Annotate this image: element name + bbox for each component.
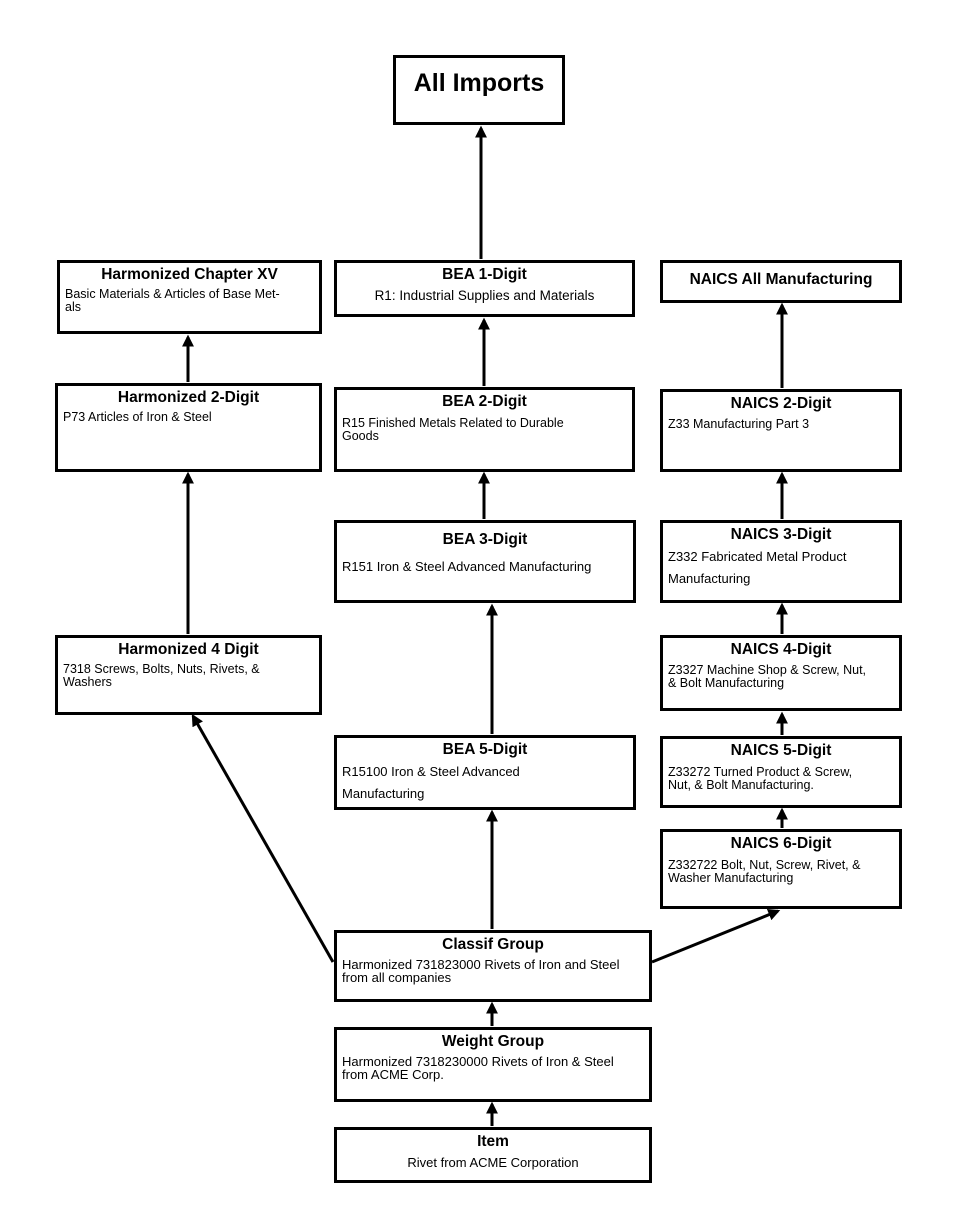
node-naics-5-digit: NAICS 5-Digit Z33272 Turned Product & Sc… bbox=[660, 736, 902, 808]
node-title: NAICS 4-Digit bbox=[730, 641, 832, 658]
node-title: Harmonized Chapter XV bbox=[101, 266, 278, 283]
node-description: R15 Finished Metals Related to Durable G… bbox=[342, 416, 564, 443]
node-title: NAICS 5-Digit bbox=[730, 742, 832, 759]
node-naics-3-digit: NAICS 3-Digit Z332 Fabricated Metal Prod… bbox=[660, 520, 902, 603]
node-all-imports: All Imports bbox=[393, 55, 565, 125]
node-title: Item bbox=[477, 1133, 509, 1150]
arrow-classif-to-naics6 bbox=[651, 909, 781, 964]
node-harmonized-4-digit: Harmonized 4 Digit 7318 Screws, Bolts, N… bbox=[55, 635, 322, 715]
node-title: All Imports bbox=[413, 69, 545, 97]
node-title: NAICS 2-Digit bbox=[730, 395, 832, 412]
arrow-classif-to-hts4 bbox=[191, 713, 335, 963]
node-description: Z332722 Bolt, Nut, Screw, Rivet, & Washe… bbox=[668, 858, 861, 885]
node-title: NAICS 3-Digit bbox=[730, 526, 832, 543]
node-title: Classif Group bbox=[442, 936, 544, 953]
node-description: Harmonized 731823000 Rivets of Iron and … bbox=[342, 957, 620, 985]
node-bea-2-digit: BEA 2-Digit R15 Finished Metals Related … bbox=[334, 387, 635, 472]
node-description: Z3327 Machine Shop & Screw, Nut, & Bolt … bbox=[668, 663, 867, 690]
node-description: Basic Materials & Articles of Base Met- … bbox=[65, 287, 280, 314]
node-harmonized-2-digit: Harmonized 2-Digit P73 Articles of Iron … bbox=[55, 383, 322, 472]
node-harmonized-chapter: Harmonized Chapter XV Basic Materials & … bbox=[57, 260, 322, 334]
node-title: Harmonized 2-Digit bbox=[117, 389, 260, 406]
node-title: NAICS 6-Digit bbox=[730, 835, 832, 852]
node-description: Rivet from ACME Corporation bbox=[407, 1155, 579, 1170]
node-description: P73 Articles of Iron & Steel bbox=[63, 410, 212, 424]
node-title: NAICS All Manufacturing bbox=[689, 271, 873, 288]
node-title: BEA 3-Digit bbox=[442, 531, 528, 548]
node-title: BEA 5-Digit bbox=[442, 741, 528, 758]
node-description: Z332 Fabricated Metal Product Manufactur… bbox=[668, 549, 847, 586]
node-description: R15100 Iron & Steel Advanced Manufacturi… bbox=[342, 764, 520, 801]
node-description: Z33 Manufacturing Part 3 bbox=[668, 417, 810, 431]
node-weight-group: Weight Group Harmonized 7318230000 Rivet… bbox=[334, 1027, 652, 1102]
node-naics-2-digit: NAICS 2-Digit Z33 Manufacturing Part 3 bbox=[660, 389, 902, 472]
node-title: BEA 2-Digit bbox=[442, 393, 527, 410]
node-title: BEA 1-Digit bbox=[442, 266, 527, 283]
node-naics-6-digit: NAICS 6-Digit Z332722 Bolt, Nut, Screw, … bbox=[660, 829, 902, 909]
node-title: Weight Group bbox=[441, 1033, 545, 1050]
node-bea-5-digit: BEA 5-Digit R15100 Iron & Steel Advanced… bbox=[334, 735, 636, 810]
node-bea-3-digit: BEA 3-Digit R151 Iron & Steel Advanced M… bbox=[334, 520, 636, 603]
node-description: Harmonized 7318230000 Rivets of Iron & S… bbox=[342, 1054, 614, 1082]
node-title: Harmonized 4 Digit bbox=[118, 641, 259, 658]
node-naics-all-manufacturing: NAICS All Manufacturing bbox=[660, 260, 902, 303]
node-bea-1-digit: BEA 1-Digit R1: Industrial Supplies and … bbox=[334, 260, 635, 317]
node-description: R151 Iron & Steel Advanced Manufacturing bbox=[342, 559, 592, 574]
node-naics-4-digit: NAICS 4-Digit Z3327 Machine Shop & Screw… bbox=[660, 635, 902, 711]
node-description: R1: Industrial Supplies and Materials bbox=[374, 288, 595, 303]
node-description: 7318 Screws, Bolts, Nuts, Rivets, & Wash… bbox=[63, 662, 260, 689]
node-item: Item Rivet from ACME Corporation bbox=[334, 1127, 652, 1183]
node-classif-group: Classif Group Harmonized 731823000 Rivet… bbox=[334, 930, 652, 1002]
node-description: Z33272 Turned Product & Screw, Nut, & Bo… bbox=[668, 765, 853, 792]
